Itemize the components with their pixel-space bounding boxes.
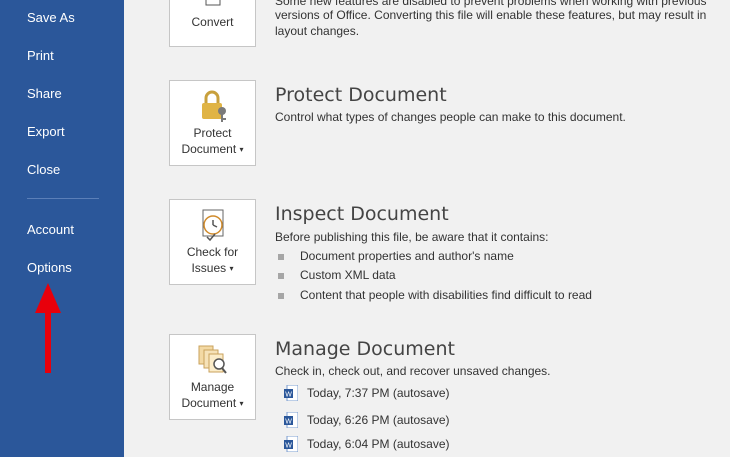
inspect-document-title: Inspect Document (275, 203, 449, 225)
check-for-issues-button[interactable]: Check for Issues ▾ (169, 199, 256, 285)
sidebar-item-close[interactable]: Close (27, 162, 60, 177)
word-doc-icon: W (284, 385, 298, 401)
bullet-square-icon (278, 273, 284, 279)
protect-document-desc: Control what types of changes people can… (275, 110, 626, 124)
chevron-down-icon: ▾ (239, 398, 244, 408)
word-doc-icon: W (284, 412, 298, 428)
inspect-bullet-text: Content that people with disabilities fi… (300, 288, 592, 302)
version-label: Today, 6:04 PM (autosave) (307, 437, 450, 451)
convert-desc-line2: versions of Office. Converting this file… (275, 8, 707, 22)
convert-button-label: Convert (191, 15, 234, 29)
svg-text:W: W (285, 419, 292, 426)
sidebar-item-save-as[interactable]: Save As (27, 10, 75, 25)
sidebar-item-account[interactable]: Account (27, 222, 74, 237)
bullet-square-icon (278, 293, 284, 299)
version-label: Today, 7:37 PM (autosave) (307, 386, 450, 400)
inspect-button-line2: Issues ▾ (191, 261, 234, 275)
sidebar-item-export[interactable]: Export (27, 124, 65, 139)
inspect-bullet-text: Custom XML data (300, 268, 396, 282)
manage-document-title: Manage Document (275, 338, 455, 360)
word-doc-icon: W (284, 436, 298, 452)
inspect-document-desc: Before publishing this file, be aware th… (275, 230, 549, 244)
bullet-square-icon (278, 254, 284, 260)
manage-button-line1: Manage (190, 380, 235, 394)
manage-document-desc: Check in, check out, and recover unsaved… (275, 364, 551, 378)
svg-text:W: W (285, 443, 292, 450)
sidebar-divider (27, 198, 99, 199)
sidebar-item-print[interactable]: Print (27, 48, 54, 63)
protect-button-line1: Protect (193, 126, 232, 140)
inspect-bullet-text: Document properties and author's name (300, 249, 514, 263)
version-label: Today, 6:26 PM (autosave) (307, 413, 450, 427)
manage-document-button[interactable]: Manage Document ▾ (169, 334, 256, 420)
manage-button-line2: Document ▾ (181, 396, 244, 410)
inspect-button-line1: Check for (186, 245, 239, 259)
chevron-down-icon: ▾ (229, 263, 234, 273)
backstage-sidebar: Save As Print Share Export Close Account… (0, 0, 124, 457)
convert-button[interactable]: Convert (169, 0, 256, 47)
protect-document-title: Protect Document (275, 84, 447, 106)
red-up-arrow-icon (35, 283, 61, 373)
version-item[interactable]: W Today, 6:26 PM (autosave) (284, 412, 484, 429)
convert-desc-line3: layout changes. (275, 24, 360, 38)
protect-document-button[interactable]: Protect Document ▾ (169, 80, 256, 166)
sidebar-item-options[interactable]: Options (27, 260, 72, 275)
documents-search-icon (198, 345, 227, 374)
sidebar-item-share[interactable]: Share (27, 86, 62, 101)
convert-icon (205, 0, 220, 6)
checklist-inspect-icon (202, 209, 223, 242)
chevron-down-icon: ▾ (239, 144, 244, 154)
lock-key-icon (201, 90, 226, 122)
svg-text:W: W (285, 392, 292, 399)
protect-button-line2: Document ▾ (181, 142, 244, 156)
